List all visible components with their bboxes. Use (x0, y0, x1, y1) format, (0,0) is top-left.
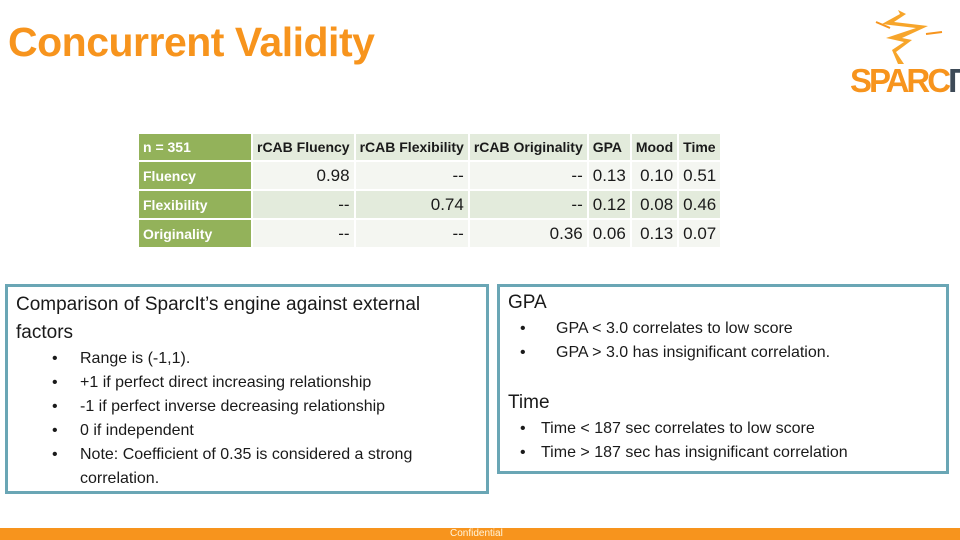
column-header: Time (679, 134, 721, 160)
sparcit-logo: SPARCIT (846, 8, 960, 103)
confidential-label: Confidential (450, 528, 503, 539)
bullet-icon: • (52, 374, 58, 391)
correlation-table: n = 351 rCAB Fluency rCAB Flexibility rC… (137, 132, 722, 249)
table-cell: 0.46 (679, 191, 721, 218)
gpa-heading: GPA (508, 292, 547, 313)
bullet-icon: • (52, 398, 58, 415)
bullet-icon: • (520, 344, 526, 361)
time-heading: Time (508, 392, 550, 413)
table-cell: 0.12 (588, 191, 630, 218)
logo-word-sparc: SPARC (850, 62, 951, 99)
table-cell: 0.36 (469, 220, 587, 247)
list-item: • -1 if perfect inverse decreasing relati… (16, 395, 478, 419)
column-header: rCAB Originality (469, 134, 587, 160)
table-cell: -- (253, 220, 354, 247)
list-item-text: Range is (-1,1). (80, 350, 191, 367)
slide-title: Concurrent Validity (8, 19, 375, 65)
table-cell: -- (469, 191, 587, 218)
row-header: Flexibility (139, 191, 251, 218)
table-row: Flexibility -- 0.74 -- 0.12 0.08 0.46 (139, 191, 721, 218)
list-item: • GPA > 3.0 has insignificant correlation… (508, 341, 938, 365)
bullet-icon: • (52, 422, 58, 439)
table-cell: 0.98 (253, 162, 354, 189)
table-cell: -- (355, 220, 468, 247)
column-header: rCAB Flexibility (355, 134, 468, 160)
column-header: Mood (631, 134, 678, 160)
external-factors-heading: Comparison of SparcIt’s engine against e… (16, 294, 421, 343)
logo-word-it: IT (948, 62, 960, 99)
column-header: rCAB Fluency (253, 134, 354, 160)
logo-wordmark: SPARCIT (850, 64, 960, 97)
row-header: Fluency (139, 162, 251, 189)
bullet-icon: • (520, 444, 526, 461)
table-cell: -- (355, 162, 468, 189)
list-item-text: GPA < 3.0 correlates to low score (556, 320, 793, 337)
time-list: • Time < 187 sec correlates to low score … (508, 417, 938, 465)
bullet-icon: • (52, 350, 58, 367)
list-item: • Time > 187 sec has insignificant correl… (508, 441, 938, 465)
external-factors-box: Comparison of SparcIt’s engine against e… (5, 284, 489, 494)
table-cell: -- (253, 191, 354, 218)
list-item-text: 0 if independent (80, 422, 194, 439)
table-cell: -- (469, 162, 587, 189)
list-item: • Note: Coefficient of 0.35 is considered… (16, 443, 478, 491)
list-item: • GPA < 3.0 correlates to low score (508, 317, 938, 341)
table-cell: 0.13 (631, 220, 678, 247)
lightning-bolt-icon (875, 10, 943, 64)
bullet-icon: • (520, 320, 526, 337)
list-item-text: Time < 187 sec correlates to low score (541, 420, 815, 437)
table-cell: 0.06 (588, 220, 630, 247)
table-cell: 0.10 (631, 162, 678, 189)
table-row: Fluency 0.98 -- -- 0.13 0.10 0.51 (139, 162, 721, 189)
list-item-text: GPA > 3.0 has insignificant correlation. (556, 344, 831, 361)
table-cell: 0.51 (679, 162, 721, 189)
gpa-time-box: GPA • GPA < 3.0 correlates to low score •… (497, 284, 949, 474)
bullet-icon: • (52, 446, 58, 463)
table-header-row: n = 351 rCAB Fluency rCAB Flexibility rC… (139, 134, 721, 160)
confidential-footer-bar: Confidential (0, 528, 960, 540)
list-item-text: Note: Coefficient of 0.35 is considered … (80, 446, 413, 487)
list-item: • Time < 187 sec correlates to low score (508, 417, 938, 441)
list-item: • +1 if perfect direct increasing relatio… (16, 371, 478, 395)
row-header: Originality (139, 220, 251, 247)
column-header: GPA (588, 134, 630, 160)
list-item-text: Time > 187 sec has insignificant correla… (541, 444, 848, 461)
table-cell: 0.13 (588, 162, 630, 189)
list-item-text: -1 if perfect inverse decreasing relatio… (80, 398, 386, 415)
bullet-icon: • (520, 420, 526, 437)
table-cell: 0.08 (631, 191, 678, 218)
sample-size-cell: n = 351 (139, 134, 251, 160)
external-factors-list: • Range is (-1,1). • +1 if perfect direct … (16, 347, 478, 491)
list-item-text: +1 if perfect direct increasing relation… (80, 374, 372, 391)
table-cell: 0.74 (355, 191, 468, 218)
gpa-list: • GPA < 3.0 correlates to low score • GPA … (508, 317, 938, 365)
list-item: • 0 if independent (16, 419, 478, 443)
list-item: • Range is (-1,1). (16, 347, 478, 371)
table-cell: 0.07 (679, 220, 721, 247)
table-row: Originality -- -- 0.36 0.06 0.13 0.07 (139, 220, 721, 247)
